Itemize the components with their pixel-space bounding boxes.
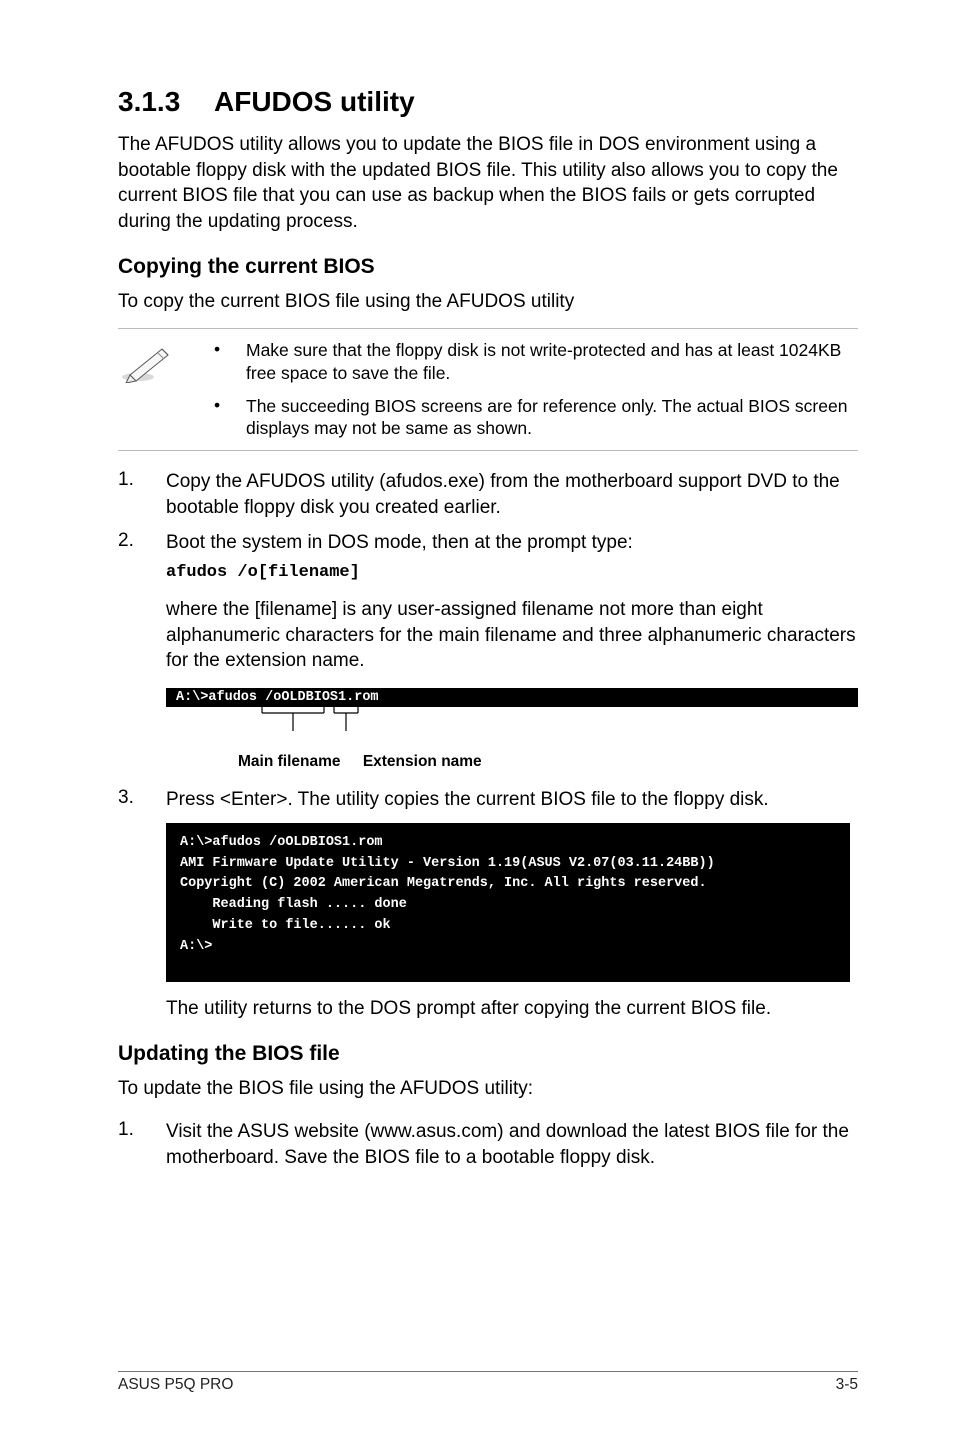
bullet-icon: • xyxy=(214,395,246,441)
extension-name-label: Extension name xyxy=(363,753,482,771)
note-list: • Make sure that the floppy disk is not … xyxy=(214,339,858,440)
step-number: 1. xyxy=(118,469,166,520)
step-item: 1. Copy the AFUDOS utility (afudos.exe) … xyxy=(118,469,858,520)
command-text: afudos /o[filename] xyxy=(166,562,858,585)
step-text: Copy the AFUDOS utility (afudos.exe) fro… xyxy=(166,469,858,520)
steps-list-3: 3. Press <Enter>. The utility copies the… xyxy=(118,787,858,813)
step-item: 1. Visit the ASUS website (www.asus.com)… xyxy=(118,1119,858,1170)
where-paragraph: where the [filename] is any user-assigne… xyxy=(166,597,858,674)
step-number: 3. xyxy=(118,787,166,813)
updating-steps: 1. Visit the ASUS website (www.asus.com)… xyxy=(118,1119,858,1170)
step-text: Press <Enter>. The utility copies the cu… xyxy=(166,787,858,813)
page-footer: ASUS P5Q PRO 3-5 xyxy=(118,1371,858,1394)
note-item: • Make sure that the floppy disk is not … xyxy=(214,339,858,385)
code-strip: A:\>afudos /oOLDBIOS1.rom xyxy=(166,688,858,707)
section-number: 3.1.3 xyxy=(118,86,214,118)
note-text: The succeeding BIOS screens are for refe… xyxy=(246,395,858,441)
note-block: • Make sure that the floppy disk is not … xyxy=(118,328,858,451)
copying-heading: Copying the current BIOS xyxy=(118,255,858,279)
updating-heading: Updating the BIOS file xyxy=(118,1042,858,1066)
after-terminal-paragraph: The utility returns to the DOS prompt af… xyxy=(166,996,858,1022)
step-item: 2. Boot the system in DOS mode, then at … xyxy=(118,530,858,585)
step-text: Boot the system in DOS mode, then at the… xyxy=(166,532,633,553)
main-filename-label: Main filename xyxy=(238,753,341,771)
section-title-text: AFUDOS utility xyxy=(214,86,415,117)
step-number: 2. xyxy=(118,530,166,585)
filename-diagram xyxy=(166,707,858,741)
page: 3.1.3AFUDOS utility The AFUDOS utility a… xyxy=(0,0,954,1438)
note-pencil-icon xyxy=(118,339,214,440)
bullet-icon: • xyxy=(214,339,246,385)
step-text: Visit the ASUS website (www.asus.com) an… xyxy=(166,1119,858,1170)
step-item: 3. Press <Enter>. The utility copies the… xyxy=(118,787,858,813)
copying-lead: To copy the current BIOS file using the … xyxy=(118,289,858,315)
step-number: 1. xyxy=(118,1119,166,1170)
diagram-labels: Main filename Extension name xyxy=(166,753,858,771)
step-content: Boot the system in DOS mode, then at the… xyxy=(166,530,858,585)
footer-left: ASUS P5Q PRO xyxy=(118,1376,233,1394)
section-heading: 3.1.3AFUDOS utility xyxy=(118,86,858,118)
note-text: Make sure that the floppy disk is not wr… xyxy=(246,339,858,385)
intro-paragraph: The AFUDOS utility allows you to update … xyxy=(118,132,858,235)
terminal-output: A:\>afudos /oOLDBIOS1.rom AMI Firmware U… xyxy=(166,823,850,983)
updating-lead: To update the BIOS file using the AFUDOS… xyxy=(118,1076,858,1102)
footer-right: 3-5 xyxy=(836,1376,858,1394)
steps-list: 1. Copy the AFUDOS utility (afudos.exe) … xyxy=(118,469,858,585)
note-item: • The succeeding BIOS screens are for re… xyxy=(214,395,858,441)
